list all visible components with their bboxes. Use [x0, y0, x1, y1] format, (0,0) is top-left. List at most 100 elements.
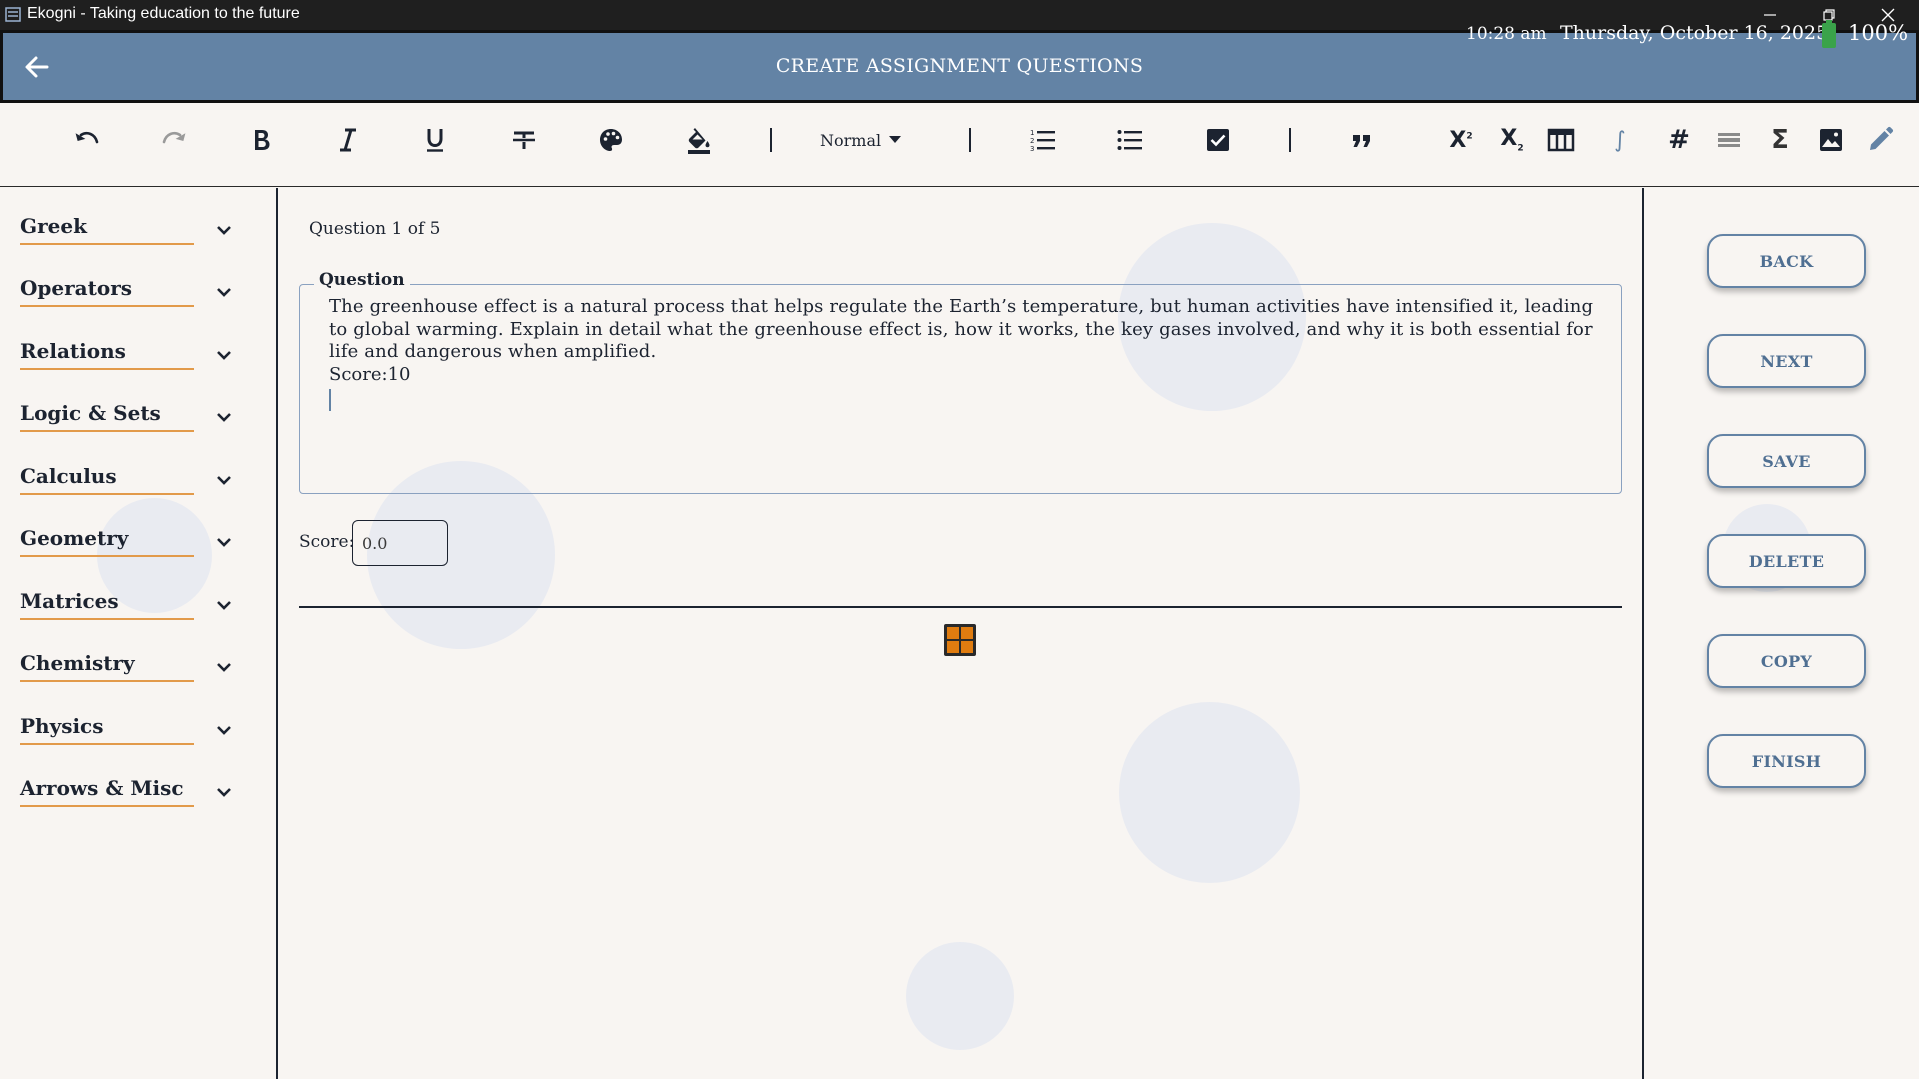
insert-sigma-button[interactable]: Σ [1764, 124, 1796, 156]
category-chemistry[interactable]: Chemistry [20, 645, 236, 685]
category-operators[interactable]: Operators [20, 270, 236, 310]
category-logic-sets[interactable]: Logic & Sets [20, 395, 236, 435]
category-label: Relations [20, 339, 194, 370]
checkbox-icon [1207, 129, 1229, 151]
redo-button[interactable] [158, 124, 190, 156]
insert-integral-button[interactable]: ∫ [1604, 124, 1636, 156]
bold-button[interactable] [245, 124, 277, 156]
toolbar-separator [770, 128, 772, 152]
svg-text:3: 3 [1030, 145, 1034, 153]
superscript-button[interactable]: X2 [1445, 124, 1477, 156]
chevron-down-icon [217, 601, 231, 610]
heading-select-value: Normal [820, 130, 882, 150]
chevron-down-icon [217, 351, 231, 360]
score-input[interactable] [352, 520, 448, 566]
bullet-list-button[interactable] [1114, 124, 1146, 156]
italic-icon [340, 128, 356, 152]
image-icon [1820, 129, 1842, 151]
category-geometry[interactable]: Geometry [20, 520, 236, 560]
category-arrows-misc[interactable]: Arrows & Misc [20, 770, 236, 810]
heading-select[interactable]: Normal [820, 126, 910, 154]
category-label: Greek [20, 214, 194, 245]
chevron-down-icon [217, 663, 231, 672]
category-relations[interactable]: Relations [20, 333, 236, 373]
underline-button[interactable] [419, 124, 451, 156]
horizontal-rule-button[interactable] [1713, 124, 1745, 156]
category-greek[interactable]: Greek [20, 208, 236, 248]
strikethrough-button[interactable] [508, 124, 540, 156]
question-legend: Question [314, 270, 410, 290]
next-button[interactable]: NEXT [1707, 334, 1866, 388]
insert-table-button[interactable] [1545, 124, 1577, 156]
question-text[interactable]: The greenhouse effect is a natural proce… [329, 296, 1599, 364]
category-label: Chemistry [20, 651, 194, 682]
clock-date: Thursday, October 16, 2025 [1560, 22, 1829, 44]
toolbar-separator [1289, 128, 1291, 152]
section-divider [299, 606, 1622, 608]
window-title: Ekogni - Taking education to the future [27, 5, 300, 22]
insert-image-button[interactable] [1815, 124, 1847, 156]
subscript-button[interactable]: X2 [1496, 124, 1528, 156]
horizontal-rule-icon [1718, 133, 1740, 147]
svg-text:1: 1 [1030, 129, 1034, 137]
bold-icon [255, 130, 270, 150]
bullet-list-icon [1117, 130, 1142, 150]
question-score-line[interactable]: Score:10 [329, 364, 410, 385]
insert-hash-button[interactable]: # [1663, 124, 1695, 156]
draw-button[interactable] [1864, 124, 1896, 156]
undo-button[interactable] [71, 124, 103, 156]
battery-level: 100% [1848, 21, 1909, 45]
blockquote-button[interactable] [1346, 124, 1378, 156]
category-physics[interactable]: Physics [20, 708, 236, 748]
integral-icon: ∫ [1614, 127, 1626, 153]
table-icon [1547, 128, 1575, 152]
symbol-sidebar [0, 188, 278, 1079]
category-label: Logic & Sets [20, 401, 194, 432]
grid-icon[interactable] [943, 623, 977, 657]
finish-button[interactable]: FINISH [1707, 734, 1866, 788]
ordered-list-icon: 123 [1030, 129, 1055, 153]
palette-icon [600, 129, 622, 151]
copy-button[interactable]: COPY [1707, 634, 1866, 688]
sigma-icon: Σ [1771, 125, 1789, 155]
chevron-down-icon [217, 226, 231, 235]
score-label: Score: [299, 532, 355, 552]
subscript-icon: X2 [1500, 126, 1524, 154]
category-label: Arrows & Misc [20, 776, 194, 807]
svg-text:2: 2 [1030, 137, 1034, 145]
italic-button[interactable] [332, 124, 364, 156]
category-label: Geometry [20, 526, 194, 557]
chevron-down-icon [217, 726, 231, 735]
category-label: Matrices [20, 589, 194, 620]
category-label: Operators [20, 276, 194, 307]
checklist-button[interactable] [1202, 124, 1234, 156]
fill-color-button[interactable] [683, 124, 715, 156]
hash-icon: # [1668, 125, 1690, 155]
chevron-down-icon [217, 413, 231, 422]
category-matrices[interactable]: Matrices [20, 583, 236, 623]
undo-icon [75, 131, 99, 144]
ordered-list-button[interactable]: 123 [1027, 124, 1059, 156]
toolbar-separator [969, 128, 971, 152]
underline-icon [427, 129, 443, 152]
text-color-button[interactable] [595, 124, 627, 156]
category-calculus[interactable]: Calculus [20, 458, 236, 498]
chevron-down-icon [217, 476, 231, 485]
superscript-icon: X2 [1449, 127, 1473, 153]
battery-icon [1822, 20, 1836, 48]
question-counter: Question 1 of 5 [309, 219, 441, 239]
clock-time: 10:28 am [1466, 24, 1547, 44]
strikethrough-icon [513, 131, 535, 149]
category-label: Calculus [20, 464, 194, 495]
chevron-down-icon [217, 788, 231, 797]
minimize-icon [1764, 14, 1776, 16]
quote-icon [1353, 135, 1370, 147]
save-button[interactable]: SAVE [1707, 434, 1866, 488]
pencil-icon [1870, 126, 1894, 150]
text-cursor [329, 389, 331, 411]
category-label: Physics [20, 714, 194, 745]
chevron-down-icon [217, 538, 231, 547]
page-title: CREATE ASSIGNMENT QUESTIONS [775, 55, 1144, 77]
back-button[interactable]: BACK [1707, 234, 1866, 288]
delete-button[interactable]: DELETE [1707, 534, 1866, 588]
